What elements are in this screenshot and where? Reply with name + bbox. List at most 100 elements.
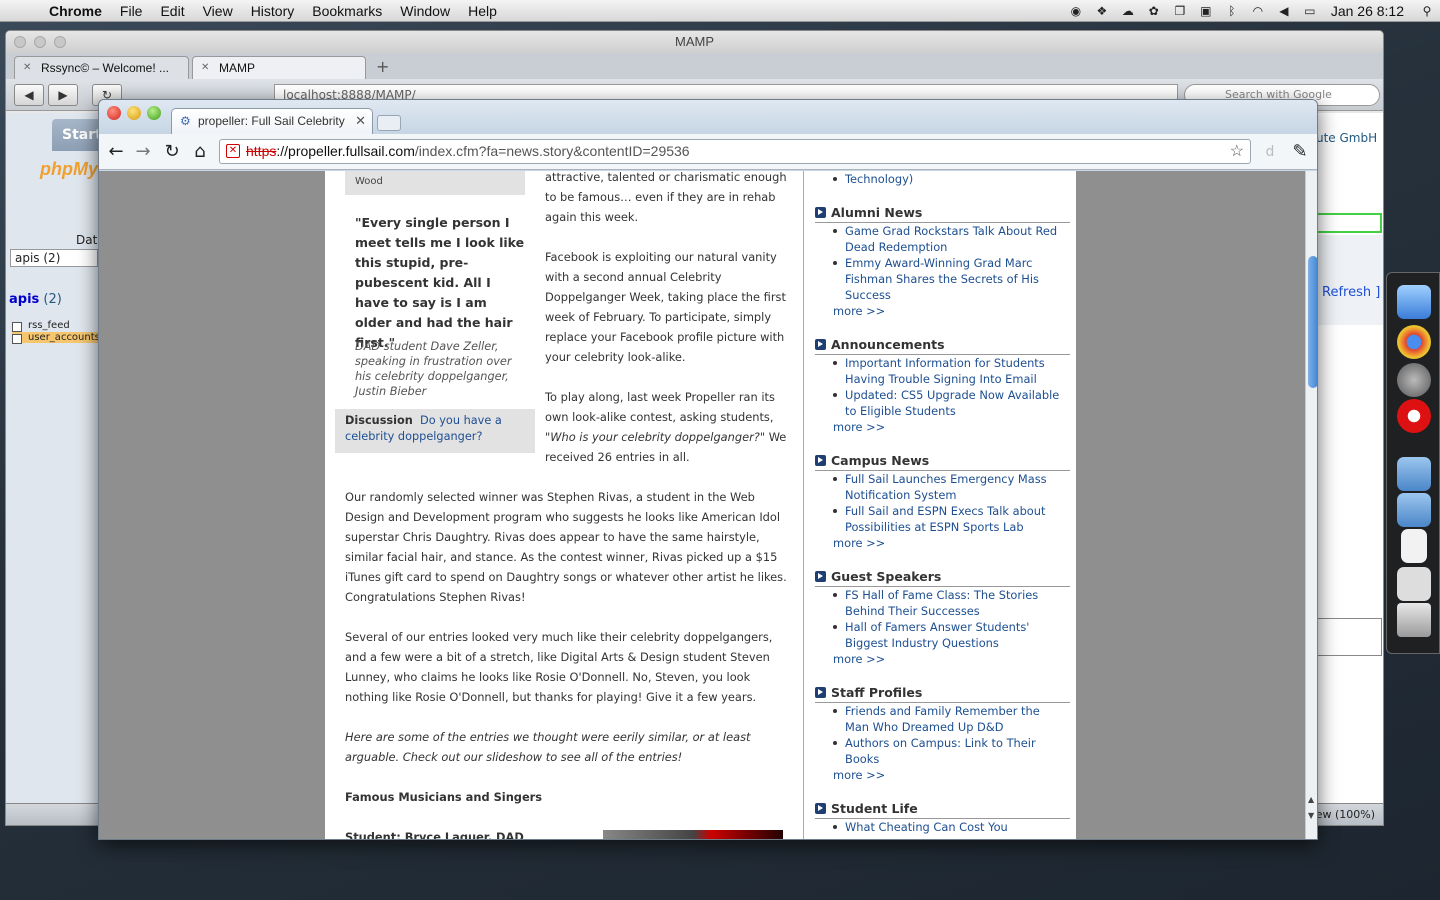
tab-close-icon[interactable]: ✕ <box>23 57 31 79</box>
new-tab-button[interactable] <box>377 115 401 131</box>
tab-close-icon[interactable]: ✕ <box>201 57 209 79</box>
scrollbar-thumb[interactable] <box>1308 256 1317 388</box>
back-arrow-icon[interactable]: ← <box>105 142 127 162</box>
trash-icon[interactable] <box>1397 603 1431 637</box>
phpmyadmin-right-frame: ute GmbH Refresh ] <box>1316 113 1383 823</box>
arrow-bullet-icon <box>815 687 826 698</box>
menu-edit[interactable]: Edit <box>151 3 193 19</box>
bluetooth-icon[interactable]: ᛒ <box>1221 3 1243 19</box>
more-link[interactable]: more >> <box>833 535 885 551</box>
windows-icon[interactable]: ❐ <box>1169 3 1191 19</box>
minimize-icon[interactable] <box>34 36 46 48</box>
news-link[interactable]: Full Sail and ESPN Execs Talk about Poss… <box>833 503 1060 535</box>
news-link[interactable]: Authors on Campus: Link to Their Books <box>833 735 1060 767</box>
scroll-up-arrow-icon[interactable]: ▲ <box>1308 795 1314 804</box>
section-student-life: Student Life <box>815 801 1070 819</box>
app-icon[interactable] <box>1397 363 1431 397</box>
dropbox-icon[interactable]: ❖ <box>1091 3 1113 19</box>
tab-propeller[interactable]: ⚙ propeller: Full Sail Celebrity ✕ <box>171 108 373 134</box>
menu-window[interactable]: Window <box>391 3 459 19</box>
documents-folder-icon[interactable] <box>1397 493 1431 527</box>
menu-view[interactable]: View <box>194 3 242 19</box>
volume-icon[interactable]: ◀ <box>1273 3 1295 19</box>
news-link[interactable]: Hall of Famers Answer Students' Biggest … <box>833 619 1060 651</box>
section-campus-news: Campus News <box>815 453 1070 471</box>
database-select[interactable]: apis (2) <box>10 249 98 267</box>
zoom-level: ew (100%) <box>1315 808 1375 821</box>
bookmark-star-icon[interactable]: ☆ <box>1230 140 1244 163</box>
tab-rssync[interactable]: ✕ Rssync© – Welcome! ... <box>14 56 189 79</box>
footer-link[interactable]: ute GmbH <box>1316 131 1377 145</box>
opera-icon[interactable] <box>1397 399 1431 433</box>
discussion-box: Discussion Do you have a celebrity doppe… <box>335 409 535 453</box>
menu-history[interactable]: History <box>242 3 304 19</box>
zoom-icon[interactable] <box>54 36 66 48</box>
chrome-icon[interactable] <box>1397 325 1431 359</box>
zip-file-icon[interactable] <box>1401 529 1427 563</box>
extension-icon[interactable]: d <box>1259 142 1281 162</box>
spotlight-search-icon[interactable]: ⚲ <box>1416 3 1438 19</box>
menu-bookmarks[interactable]: Bookmarks <box>303 3 391 19</box>
news-link[interactable]: Friends and Family Remember the Man Who … <box>833 703 1060 735</box>
arrow-bullet-icon <box>815 803 826 814</box>
home-icon[interactable]: ⌂ <box>189 142 211 162</box>
app-status-icon[interactable]: ▣ <box>1195 3 1217 19</box>
status-app-icon[interactable]: ◉ <box>1065 3 1087 19</box>
finder-icon[interactable] <box>1397 285 1431 319</box>
chat-icon[interactable]: ☁ <box>1117 3 1139 19</box>
battery-icon[interactable]: ▭ <box>1299 3 1321 19</box>
wrench-menu-icon[interactable]: ✎ <box>1289 142 1311 162</box>
news-link[interactable]: What Cheating Can Cost You <box>833 819 1060 835</box>
table-link-user-accounts[interactable]: user_accounts <box>12 332 100 344</box>
back-button[interactable]: ◀ <box>14 84 44 106</box>
start-tab[interactable]: Start <box>52 119 102 151</box>
more-link[interactable]: more >> <box>833 303 885 319</box>
forward-button[interactable]: ▶ <box>48 84 78 106</box>
news-link[interactable]: Full Sail Launches Emergency Mass Notifi… <box>833 471 1060 503</box>
menu-file[interactable]: File <box>111 3 152 19</box>
sidebar-item[interactable]: Technology) <box>833 171 1060 187</box>
reload-icon[interactable]: ↻ <box>161 142 183 162</box>
section-staff-profiles: Staff Profiles <box>815 685 1070 703</box>
close-icon[interactable] <box>107 106 121 120</box>
more-link[interactable]: more >> <box>833 651 885 667</box>
minimize-icon[interactable] <box>127 106 141 120</box>
tab-title: propeller: Full Sail Celebrity <box>198 114 345 128</box>
close-icon[interactable] <box>14 36 26 48</box>
tab-mamp[interactable]: ✕ MAMP <box>192 56 366 79</box>
url-host: propeller.fullsail.com <box>288 143 415 159</box>
menu-app-name[interactable]: Chrome <box>40 3 111 19</box>
omnibox[interactable]: ✕ https://propeller.fullsail.com/index.c… <box>219 139 1251 164</box>
mamp-icon[interactable] <box>1397 567 1431 601</box>
new-tab-icon[interactable]: + <box>376 57 389 76</box>
refresh-link[interactable]: Refresh ] <box>1322 285 1380 300</box>
news-link[interactable]: Important Information for Students Havin… <box>833 355 1060 387</box>
applications-folder-icon[interactable] <box>1397 457 1431 491</box>
news-link[interactable]: FS Hall of Fame Class: The Stories Behin… <box>833 587 1060 619</box>
article-paragraph-6: Here are some of the entries we thought … <box>345 730 751 764</box>
web-content: Wood "Every single person I meet tells m… <box>99 171 1305 839</box>
arrow-bullet-icon <box>815 339 826 350</box>
database-link[interactable]: apis (2) <box>9 292 62 307</box>
paw-icon[interactable]: ✿ <box>1143 3 1165 19</box>
vertical-scrollbar[interactable]: ▲ ▼ <box>1305 171 1317 839</box>
menubar-clock[interactable]: Jan 26 8:12 <box>1323 3 1414 19</box>
more-link[interactable]: more >> <box>833 767 885 783</box>
column-divider <box>803 171 804 839</box>
tab-label: MAMP <box>219 61 255 75</box>
scroll-down-arrow-icon[interactable]: ▼ <box>1308 811 1314 820</box>
tab-close-icon[interactable]: ✕ <box>355 109 366 133</box>
forward-arrow-icon[interactable]: → <box>132 142 154 162</box>
news-link[interactable]: Game Grad Rockstars Talk About Red Dead … <box>833 223 1060 255</box>
menu-help[interactable]: Help <box>459 3 506 19</box>
dock <box>1386 272 1440 654</box>
more-link[interactable]: more >> <box>833 419 885 435</box>
discussion-label: Discussion <box>345 414 413 427</box>
news-link[interactable]: Emmy Award-Winning Grad Marc Fishman Sha… <box>833 255 1060 303</box>
propeller-favicon: ⚙ <box>180 114 191 128</box>
table-link-rss-feed[interactable]: rss_feed <box>12 320 70 332</box>
news-link[interactable]: Updated: CS5 Upgrade Now Available to El… <box>833 387 1060 419</box>
zoom-icon[interactable] <box>147 106 161 120</box>
wifi-icon[interactable]: ◠ <box>1247 3 1269 19</box>
article-paragraph-5: Several of our entries looked very much … <box>345 630 773 704</box>
